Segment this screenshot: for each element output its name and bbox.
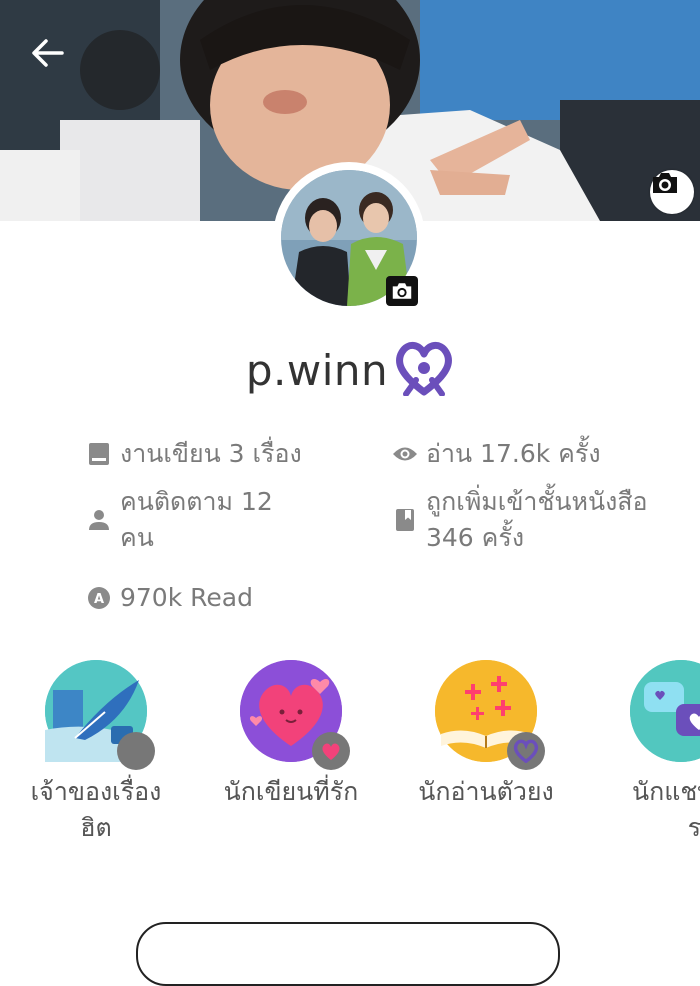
stat-followers-line1: คนติดตาม 12: [120, 487, 273, 516]
stat-library-line2: 346 ครั้ง: [426, 523, 525, 552]
camera-icon: [653, 173, 677, 193]
stat-reads-text: อ่าน 17.6k ครั้ง: [426, 439, 601, 468]
svg-text:A: A: [94, 592, 104, 607]
arrow-left-icon: [32, 39, 64, 67]
camera-icon: [392, 283, 412, 299]
achievement-label: เจ้าของเรื่อง: [30, 777, 162, 806]
achievement-item[interactable]: นักเขียนที่รัก: [201, 660, 381, 810]
achievement-label: นักแชทต: [631, 777, 700, 806]
stat-reads: อ่าน 17.6k ครั้ง: [392, 436, 601, 472]
stat-read-total: A 970k Read: [86, 580, 253, 616]
person-icon: [86, 484, 112, 556]
stat-works-text: งานเขียน 3 เรื่อง: [120, 439, 302, 468]
back-button[interactable]: [30, 38, 90, 86]
stat-library: ถูกเพิ่มเข้าชั้นหนังสือ 346 ครั้ง: [392, 484, 692, 556]
achievement-label-2: รนด: [687, 813, 700, 842]
achievement-label-2: ฮิต: [80, 813, 112, 842]
eye-icon: [392, 436, 418, 472]
bottom-action-button[interactable]: [136, 922, 560, 986]
achievement-label: นักอ่านตัวยง: [418, 777, 554, 806]
avatar-camera-button[interactable]: [386, 276, 418, 306]
stat-followers: คนติดตาม 12 คน: [86, 484, 346, 556]
achievement-item[interactable]: เจ้าของเรื่อง ฮิต: [6, 660, 186, 846]
stat-library-line1: ถูกเพิ่มเข้าชั้นหนังสือ: [426, 487, 648, 516]
stat-works: งานเขียน 3 เรื่อง: [86, 436, 302, 472]
username: p.winn: [245, 345, 389, 395]
lock-badge: [117, 732, 155, 770]
achievement-badge: [240, 660, 350, 770]
bookmark-book-icon: [392, 484, 418, 556]
read-badge-icon: A: [86, 580, 112, 616]
achievement-badge: [435, 660, 545, 770]
ribbon-badge: [507, 732, 545, 770]
book-icon: [86, 436, 112, 472]
stat-read-total-text: 970k Read: [120, 583, 253, 612]
purple-heart-ribbon-icon: [394, 340, 454, 400]
cover-camera-button[interactable]: [650, 170, 694, 214]
achievement-item[interactable]: นักแชทต รนด: [591, 660, 700, 846]
achievement-item[interactable]: นักอ่านตัวยง: [396, 660, 576, 810]
achievement-badge: [630, 660, 700, 762]
stat-followers-line2: คน: [120, 523, 154, 552]
username-row: p.winn: [0, 340, 700, 400]
achievement-badge: [45, 660, 155, 770]
heart-badge: [312, 732, 350, 770]
achievement-label: นักเขียนที่รัก: [223, 777, 359, 806]
chat-bubble-icon: [630, 660, 700, 762]
